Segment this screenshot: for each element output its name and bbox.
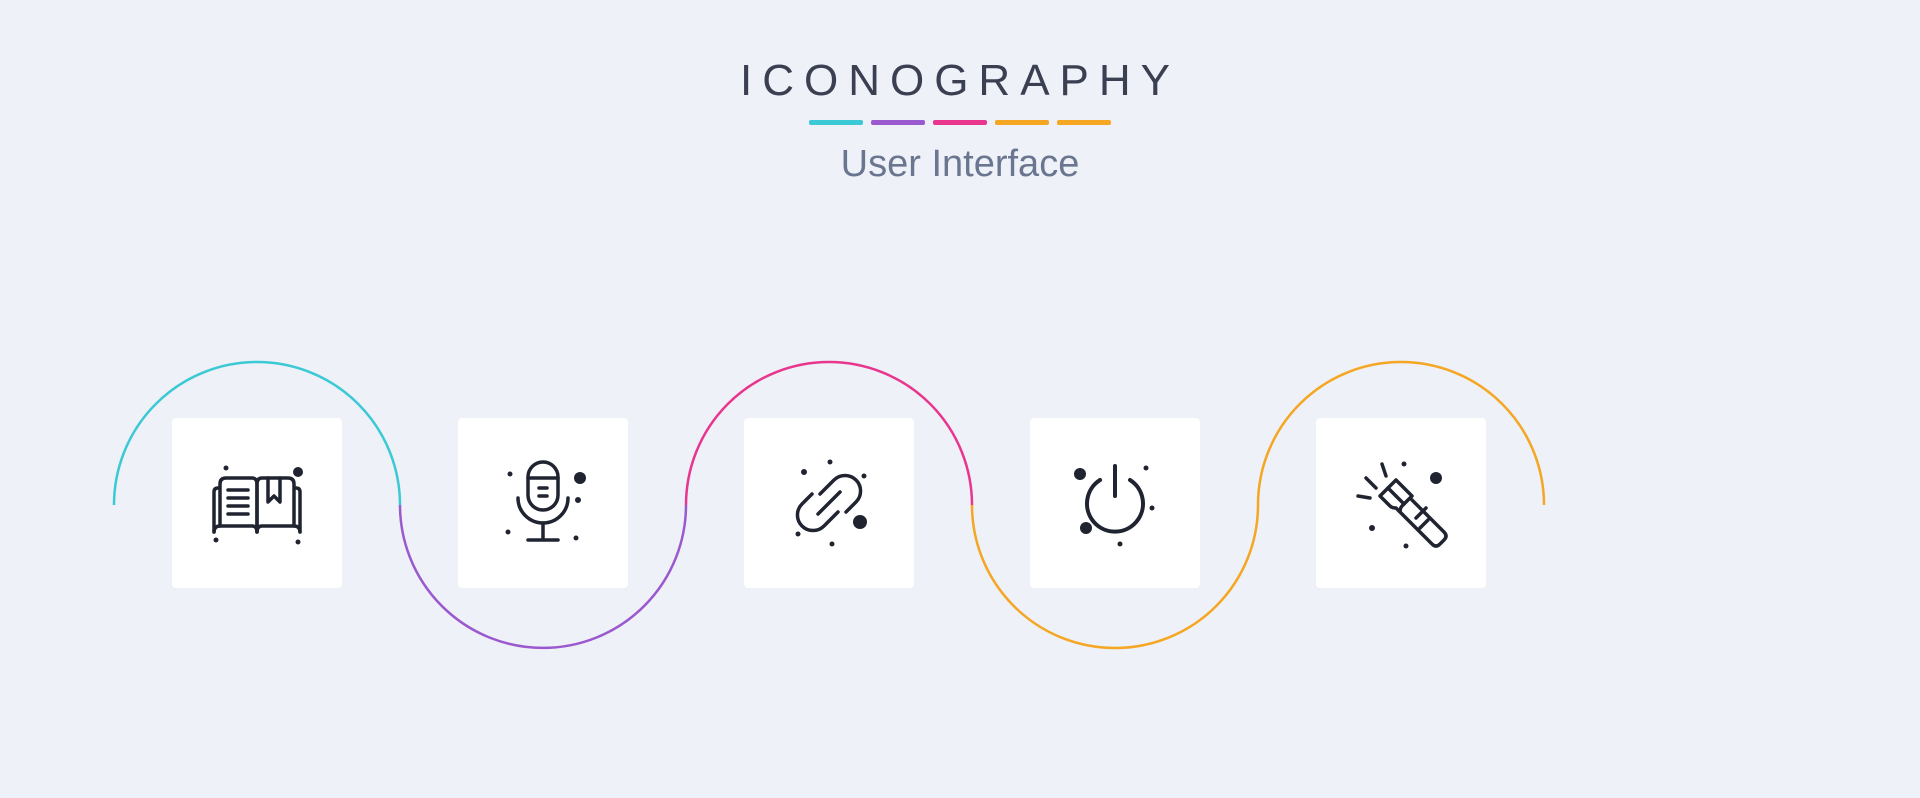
header: ICONOGRAPHY User Interface [0,56,1920,186]
tile-microphone [458,418,628,588]
power-icon [1060,448,1170,558]
flashlight-icon [1346,448,1456,558]
accent-row [0,120,1920,125]
microphone-icon [488,448,598,558]
accent-bar [995,120,1049,125]
accent-bar [871,120,925,125]
tile-power [1030,418,1200,588]
brand-title: ICONOGRAPHY [0,56,1920,106]
tile-book [172,418,342,588]
book-icon [202,448,312,558]
tile-chain [744,418,914,588]
accent-bar [1057,120,1111,125]
subtitle: User Interface [0,143,1920,186]
chain-icon [774,448,884,558]
accent-bar [809,120,863,125]
accent-bar [933,120,987,125]
icons-row [0,418,1920,618]
tile-flashlight [1316,418,1486,588]
